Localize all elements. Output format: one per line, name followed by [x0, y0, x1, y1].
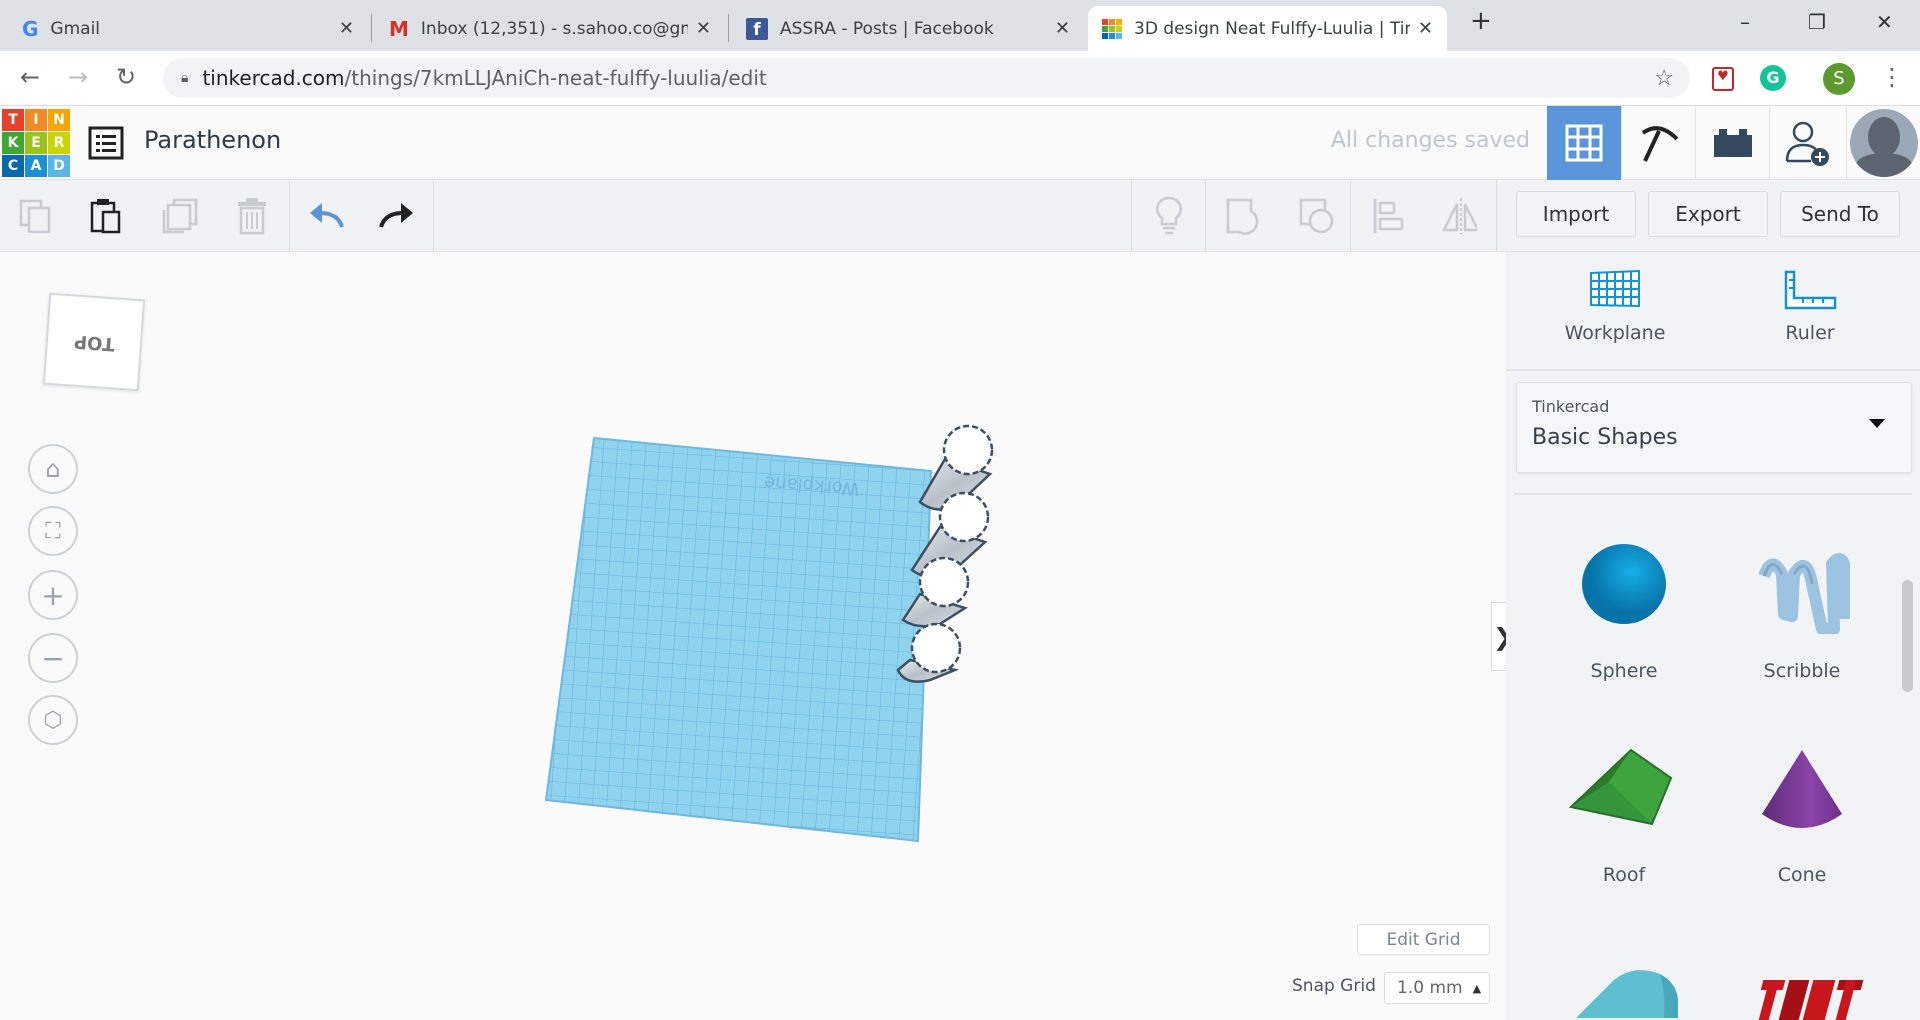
align-icon[interactable] — [1371, 198, 1407, 234]
delete-trash-icon[interactable] — [234, 198, 270, 235]
gmail-icon: M — [389, 16, 409, 41]
design-list-icon[interactable] — [88, 126, 124, 160]
close-tab-icon[interactable]: ✕ — [696, 18, 711, 39]
shape-scribble[interactable]: Scribble — [1712, 534, 1892, 682]
grammarly-icon[interactable]: G — [1760, 65, 1786, 91]
3d-design-view-button[interactable] — [1547, 106, 1621, 180]
pickaxe-icon — [1641, 126, 1678, 162]
import-button[interactable]: Import — [1516, 191, 1636, 237]
back-icon[interactable]: ← — [20, 63, 40, 91]
shapes-panel: Workplane Ruler Tinkercad Basic Shapes S… — [1506, 252, 1920, 1020]
codeblocks-button[interactable] — [1621, 106, 1695, 180]
redo-icon[interactable] — [379, 198, 415, 234]
design-title[interactable]: Parathenon — [144, 126, 281, 154]
url-input[interactable]: 🔒︎ tinkercad.com/things/7kmLLJAniCh-neat… — [163, 58, 1690, 98]
address-bar-row: ← → ↻ 🔒︎ tinkercad.com/things/7kmLLJAniC… — [0, 51, 1920, 106]
scribble-icon — [1758, 553, 1850, 635]
workplane-tool[interactable]: Workplane — [1525, 269, 1705, 344]
paste-icon[interactable] — [88, 198, 124, 234]
workplane-grid[interactable] — [544, 436, 933, 843]
tinkercad-logo[interactable]: TIN KER CAD — [2, 109, 70, 177]
close-window-button[interactable]: ✕ — [1876, 10, 1893, 34]
facebook-icon: f — [746, 17, 768, 40]
workplane-icon — [1590, 269, 1640, 308]
toolbar: Import Export Send To — [0, 180, 1920, 252]
ungroup-icon[interactable] — [1298, 198, 1334, 234]
grid-icon — [1565, 124, 1603, 162]
bricks-button[interactable] — [1695, 106, 1769, 180]
shape-sphere[interactable]: Sphere — [1534, 534, 1714, 682]
cone-icon — [1762, 750, 1842, 828]
roof-icon — [1568, 748, 1673, 826]
save-status: All changes saved — [1330, 128, 1530, 153]
invite-user-button[interactable] — [1769, 106, 1843, 180]
group-icon[interactable] — [1225, 198, 1261, 235]
shape-cylinder-partial[interactable] — [1574, 968, 1686, 1018]
shape-cone[interactable]: Cone — [1712, 742, 1892, 886]
send-to-button[interactable]: Send To — [1780, 191, 1900, 237]
scene: Workplane — [544, 424, 994, 843]
reload-icon[interactable]: ↻ — [116, 63, 136, 91]
ruler-icon — [1784, 270, 1837, 310]
export-button[interactable]: Export — [1648, 191, 1768, 237]
edit-grid-button[interactable]: Edit Grid — [1357, 924, 1490, 955]
browser-tab-bar: G Gmail ✕ M Inbox (12,351) - s.sahoo.co@g… — [0, 0, 1920, 51]
extension-pocket-icon[interactable]: ♥ — [1712, 67, 1734, 91]
snap-grid-select[interactable]: 1.0 mm ▲ — [1384, 972, 1490, 1004]
close-tab-icon[interactable]: ✕ — [1418, 18, 1433, 39]
google-icon: G — [22, 16, 39, 41]
brick-icon — [1713, 129, 1752, 157]
restore-button[interactable]: ❐ — [1808, 10, 1826, 34]
ruler-tool[interactable]: Ruler — [1720, 270, 1900, 344]
new-tab-button[interactable]: + — [1470, 6, 1492, 36]
snap-grid-label: Snap Grid — [1292, 976, 1376, 996]
lock-icon: 🔒︎ — [181, 70, 189, 86]
undo-icon[interactable] — [308, 198, 344, 234]
mirror-icon[interactable] — [1441, 198, 1477, 234]
duplicate-icon[interactable] — [162, 198, 198, 234]
tab-gmail[interactable]: G Gmail ✕ — [8, 6, 368, 51]
shape-text-partial[interactable] — [1751, 974, 1871, 1020]
menu-kebab-icon[interactable]: ⋮ — [1880, 63, 1904, 91]
close-tab-icon[interactable]: ✕ — [339, 18, 354, 39]
minimize-button[interactable]: – — [1740, 10, 1750, 34]
tinkercad-icon — [1102, 18, 1122, 39]
sidebar-scrollbar[interactable] — [1902, 580, 1913, 692]
shape-roof[interactable]: Roof — [1534, 742, 1714, 886]
forward-icon[interactable]: → — [68, 63, 88, 91]
notes-lightbulb-icon[interactable] — [1151, 196, 1187, 235]
user-avatar[interactable] — [1846, 106, 1920, 180]
3d-canvas[interactable]: TOP ⌂ ⛶ + − ⬡ Workplane ❯ Edit Grid Snap… — [0, 252, 1515, 1020]
user-add-icon — [1785, 121, 1829, 166]
copy-icon[interactable] — [18, 198, 54, 234]
tab-facebook[interactable]: f ASSRA - Posts | Facebook ✕ — [732, 6, 1084, 51]
sphere-icon — [1582, 544, 1666, 624]
tab-tinkercad[interactable]: 3D design Neat Fulffy-Luulia | Tin ✕ — [1088, 6, 1447, 51]
caret-up-icon: ▲ — [1472, 981, 1482, 995]
profile-avatar[interactable]: S — [1823, 63, 1855, 95]
close-tab-icon[interactable]: ✕ — [1055, 18, 1070, 39]
bookmark-star-icon[interactable]: ☆ — [1654, 66, 1674, 91]
shape-library-dropdown[interactable]: Tinkercad Basic Shapes — [1516, 382, 1912, 473]
tab-inbox[interactable]: M Inbox (12,351) - s.sahoo.co@gma ✕ — [375, 6, 725, 51]
chevron-down-icon — [1869, 419, 1885, 428]
app-header: TIN KER CAD Parathenon All changes saved — [0, 106, 1920, 180]
